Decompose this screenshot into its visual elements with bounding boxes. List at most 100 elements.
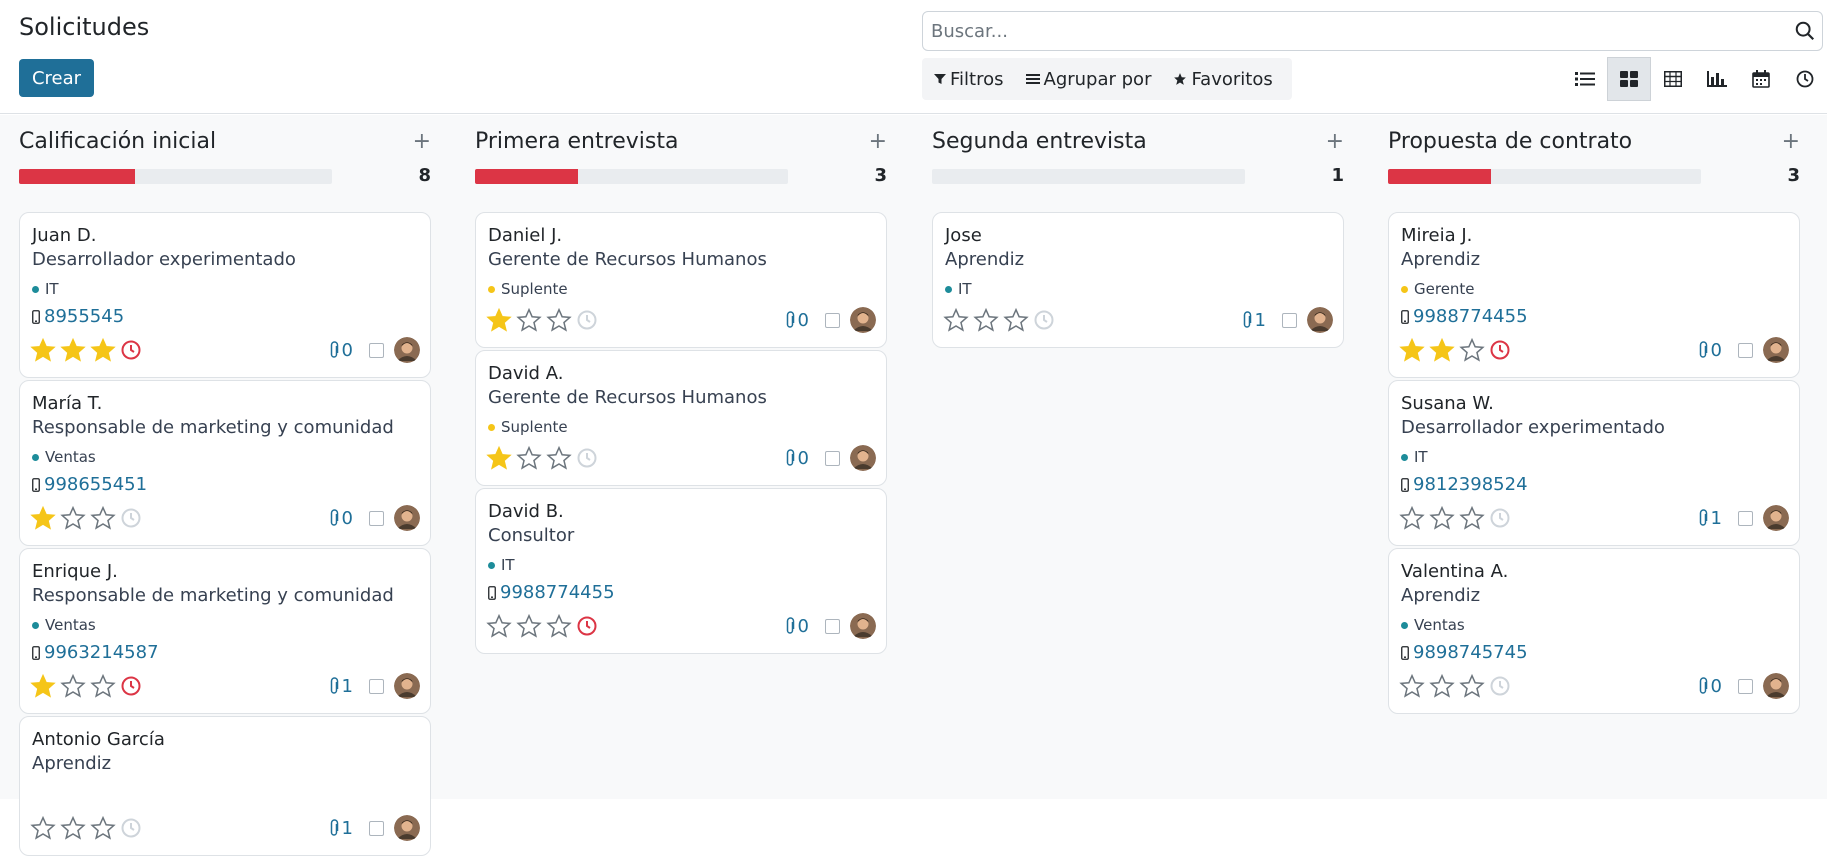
- star-filled-icon[interactable]: [486, 445, 512, 471]
- phone-field[interactable]: 8955545: [32, 306, 124, 327]
- column-progress-bar[interactable]: [1388, 169, 1701, 184]
- priority-stars[interactable]: [1399, 505, 1511, 531]
- activity-clock-icon[interactable]: [576, 309, 598, 331]
- avatar[interactable]: [394, 505, 420, 531]
- star-empty-icon[interactable]: [1003, 307, 1029, 333]
- activity-view-button[interactable]: [1783, 57, 1827, 101]
- applicant-card[interactable]: Susana W. Desarrollador experimentado IT 98…: [1388, 380, 1800, 546]
- star-filled-icon[interactable]: [30, 505, 56, 531]
- star-empty-icon[interactable]: [546, 445, 572, 471]
- star-empty-icon[interactable]: [90, 815, 116, 841]
- add-icon[interactable]: +: [413, 129, 431, 155]
- attachments-counter[interactable]: 1: [328, 818, 353, 839]
- phone-field[interactable]: 998655451: [32, 474, 147, 495]
- add-icon[interactable]: +: [1782, 129, 1800, 155]
- phone-field[interactable]: 9812398524: [1401, 474, 1528, 495]
- attachments-counter[interactable]: 0: [328, 340, 353, 361]
- applicant-card[interactable]: María T. Responsable de marketing y comun…: [19, 380, 431, 546]
- star-empty-icon[interactable]: [516, 307, 542, 333]
- star-filled-icon[interactable]: [1429, 337, 1455, 363]
- applicant-card[interactable]: Antonio García Aprendiz 1: [19, 716, 431, 856]
- star-empty-icon[interactable]: [486, 613, 512, 639]
- priority-stars[interactable]: [30, 337, 142, 363]
- phone-number[interactable]: 9988774455: [1413, 306, 1528, 327]
- priority-stars[interactable]: [486, 307, 598, 333]
- star-empty-icon[interactable]: [943, 307, 969, 333]
- activity-clock-icon[interactable]: [120, 339, 142, 361]
- star-filled-icon[interactable]: [486, 307, 512, 333]
- star-filled-icon[interactable]: [1399, 337, 1425, 363]
- star-empty-icon[interactable]: [60, 505, 86, 531]
- star-empty-icon[interactable]: [1429, 505, 1455, 531]
- star-empty-icon[interactable]: [1459, 673, 1485, 699]
- star-empty-icon[interactable]: [1399, 505, 1425, 531]
- star-empty-icon[interactable]: [60, 815, 86, 841]
- applicant-card[interactable]: Juan D. Desarrollador experimentado IT 8955…: [19, 212, 431, 378]
- activity-clock-icon[interactable]: [576, 615, 598, 637]
- applicant-card[interactable]: Jose Aprendiz IT 1: [932, 212, 1344, 348]
- attachments-counter[interactable]: 1: [1697, 508, 1722, 529]
- attachments-counter[interactable]: 0: [328, 508, 353, 529]
- search-box[interactable]: [922, 11, 1823, 51]
- attachments-counter[interactable]: 0: [1697, 340, 1722, 361]
- favorites-button[interactable]: Favoritos: [1173, 69, 1273, 90]
- select-checkbox[interactable]: [825, 312, 840, 328]
- star-empty-icon[interactable]: [546, 307, 572, 333]
- star-filled-icon[interactable]: [30, 337, 56, 363]
- activity-clock-icon[interactable]: [1489, 675, 1511, 697]
- list-view-button[interactable]: [1563, 57, 1607, 101]
- select-checkbox[interactable]: [825, 618, 840, 634]
- select-checkbox[interactable]: [369, 678, 384, 694]
- add-icon[interactable]: +: [869, 129, 887, 155]
- priority-stars[interactable]: [486, 445, 598, 471]
- attachments-counter[interactable]: 0: [784, 448, 809, 469]
- applicant-card[interactable]: Valentina A. Aprendiz Ventas 9898745745 0: [1388, 548, 1800, 714]
- calendar-view-button[interactable]: [1739, 57, 1783, 101]
- phone-number[interactable]: 9812398524: [1413, 474, 1528, 495]
- applicant-card[interactable]: David B. Consultor IT 9988774455 0: [475, 488, 887, 654]
- avatar[interactable]: [394, 815, 420, 841]
- pivot-view-button[interactable]: [1651, 57, 1695, 101]
- avatar[interactable]: [1763, 337, 1789, 363]
- select-checkbox[interactable]: [1282, 312, 1297, 328]
- star-filled-icon[interactable]: [90, 337, 116, 363]
- filters-button[interactable]: Filtros: [934, 69, 1004, 90]
- activity-clock-icon[interactable]: [1489, 339, 1511, 361]
- select-checkbox[interactable]: [1738, 678, 1753, 694]
- phone-field[interactable]: 9898745745: [1401, 642, 1528, 663]
- avatar[interactable]: [850, 307, 876, 333]
- priority-stars[interactable]: [30, 815, 142, 841]
- star-empty-icon[interactable]: [90, 505, 116, 531]
- applicant-card[interactable]: Mireia J. Aprendiz Gerente 9988774455 0: [1388, 212, 1800, 378]
- phone-field[interactable]: 9988774455: [488, 582, 615, 603]
- avatar[interactable]: [1763, 505, 1789, 531]
- star-empty-icon[interactable]: [1429, 673, 1455, 699]
- attachments-counter[interactable]: 0: [784, 616, 809, 637]
- avatar[interactable]: [1307, 307, 1333, 333]
- attachments-counter[interactable]: 0: [784, 310, 809, 331]
- select-checkbox[interactable]: [369, 510, 384, 526]
- priority-stars[interactable]: [943, 307, 1055, 333]
- applicant-card[interactable]: David A. Gerente de Recursos Humanos Suple…: [475, 350, 887, 486]
- star-empty-icon[interactable]: [90, 673, 116, 699]
- add-icon[interactable]: +: [1326, 129, 1344, 155]
- avatar[interactable]: [1763, 673, 1789, 699]
- priority-stars[interactable]: [1399, 673, 1511, 699]
- phone-number[interactable]: 9898745745: [1413, 642, 1528, 663]
- avatar[interactable]: [394, 673, 420, 699]
- priority-stars[interactable]: [30, 673, 142, 699]
- priority-stars[interactable]: [486, 613, 598, 639]
- group-by-button[interactable]: Agrupar por: [1025, 69, 1151, 90]
- star-empty-icon[interactable]: [1399, 673, 1425, 699]
- star-empty-icon[interactable]: [516, 613, 542, 639]
- star-empty-icon[interactable]: [973, 307, 999, 333]
- phone-number[interactable]: 9963214587: [44, 642, 159, 663]
- priority-stars[interactable]: [1399, 337, 1511, 363]
- select-checkbox[interactable]: [369, 820, 384, 836]
- activity-clock-icon[interactable]: [120, 675, 142, 697]
- attachments-counter[interactable]: 1: [328, 676, 353, 697]
- activity-clock-icon[interactable]: [1033, 309, 1055, 331]
- attachments-counter[interactable]: 1: [1241, 310, 1266, 331]
- avatar[interactable]: [394, 337, 420, 363]
- column-progress-bar[interactable]: [932, 169, 1245, 184]
